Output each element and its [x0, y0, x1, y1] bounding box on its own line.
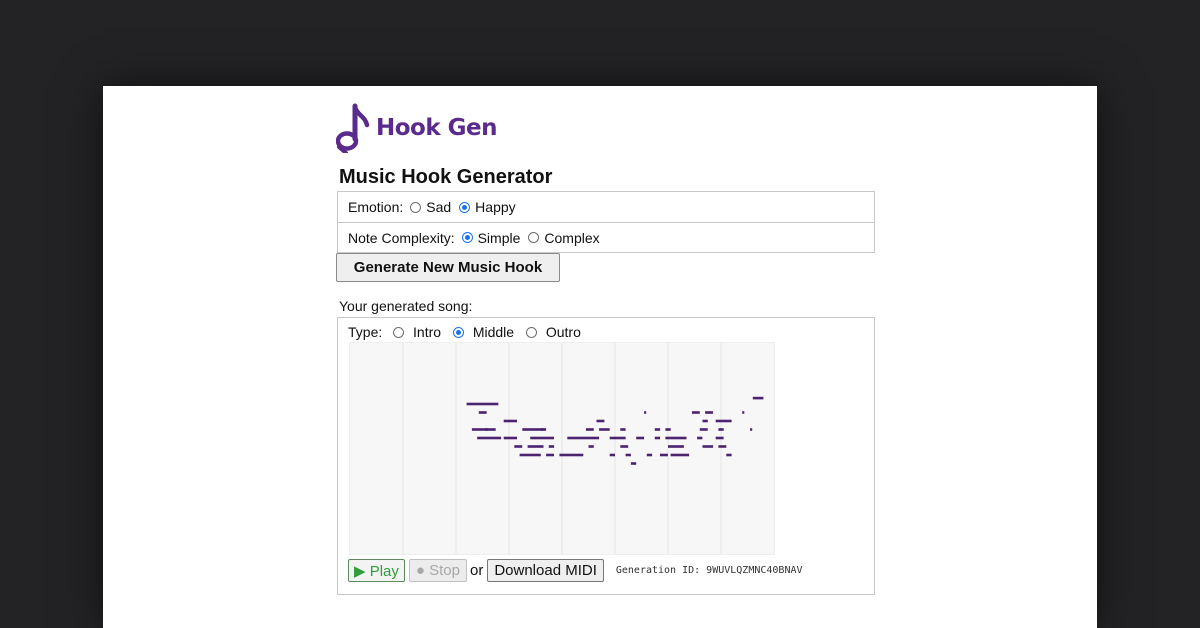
note-block — [636, 436, 645, 440]
note-block — [670, 436, 687, 440]
type-outro-radio[interactable] — [525, 327, 537, 338]
note-block — [752, 396, 764, 400]
piano-roll — [349, 342, 775, 555]
note-block — [540, 428, 547, 431]
note-block — [670, 453, 690, 457]
note-block — [620, 428, 626, 431]
emotion-happy-radio[interactable] — [459, 201, 471, 213]
stop-button[interactable]: ● Stop — [408, 559, 467, 582]
generation-id: Generation ID: 9WUVLQZMNC40BNAV — [615, 565, 803, 576]
generate-button[interactable]: Generate New Music Hook — [336, 253, 560, 282]
type-intro-label[interactable]: Intro — [413, 324, 441, 340]
note-block — [546, 453, 554, 457]
note-block — [596, 419, 605, 423]
type-intro-radio[interactable] — [393, 327, 405, 338]
note-block — [530, 436, 544, 440]
note-block — [718, 428, 724, 431]
type-middle-label[interactable]: Middle — [473, 324, 514, 340]
app-window: Hook Gen Music Hook Generator Emotion: S… — [103, 86, 1097, 628]
piano-roll-svg — [402, 343, 764, 554]
note-block — [660, 453, 668, 457]
note-block — [620, 445, 629, 448]
note-block — [477, 436, 502, 440]
complexity-complex-label[interactable]: Complex — [544, 230, 599, 246]
complexity-row: Note Complexity: Simple Complex — [338, 222, 874, 252]
type-row: Type: Intro Middle Outro — [348, 324, 581, 340]
note-block — [503, 419, 517, 423]
note-block — [699, 428, 708, 431]
note-block — [543, 436, 554, 440]
note-block — [466, 402, 491, 406]
note-block — [514, 445, 523, 448]
note-block — [665, 428, 671, 431]
note-block — [630, 462, 637, 465]
note-block — [702, 445, 714, 448]
note-block — [726, 453, 732, 457]
emotion-happy-label[interactable]: Happy — [475, 199, 515, 215]
note-block — [609, 436, 626, 440]
note-block — [527, 445, 544, 448]
note-block — [702, 419, 708, 423]
song-panel: Type: Intro Middle Outro ▶ Play ● Stop o… — [337, 317, 875, 595]
type-outro-label[interactable]: Outro — [546, 324, 581, 340]
playback-controls: ▶ Play ● Stop or Download MIDI Generatio… — [348, 559, 803, 582]
note-block — [718, 445, 727, 448]
hookgen-logo: Hook Gen — [336, 103, 498, 153]
music-note-logo-icon — [336, 103, 370, 153]
note-block — [644, 411, 647, 414]
note-block — [750, 428, 753, 431]
note-block — [691, 411, 700, 414]
emotion-sad-radio[interactable] — [410, 201, 422, 213]
note-block — [705, 411, 713, 414]
note-block — [478, 411, 487, 414]
note-block — [490, 402, 499, 406]
complexity-simple-radio[interactable] — [461, 232, 473, 243]
options-table: Emotion: Sad Happy Note Complexity: Simp… — [337, 191, 875, 253]
emotion-row: Emotion: Sad Happy — [338, 192, 874, 222]
note-block — [665, 436, 671, 440]
complexity-simple-label[interactable]: Simple — [478, 230, 521, 246]
note-block — [522, 428, 544, 431]
note-block — [585, 428, 594, 431]
note-block — [485, 428, 496, 431]
type-label: Type: — [348, 324, 383, 340]
note-block — [559, 453, 584, 457]
note-block — [697, 436, 703, 440]
note-block — [715, 419, 732, 423]
note-block — [668, 445, 684, 448]
note-block — [609, 453, 615, 457]
note-block — [548, 445, 555, 448]
note-block — [742, 411, 745, 414]
complexity-label: Note Complexity: — [348, 229, 455, 246]
note-block — [503, 436, 517, 440]
note-block — [625, 453, 631, 457]
or-text: or — [469, 562, 484, 579]
app-name: Hook Gen — [376, 115, 498, 141]
page-title: Music Hook Generator — [339, 166, 553, 188]
note-block — [588, 445, 594, 448]
note-block — [654, 428, 661, 431]
note-block — [654, 436, 661, 440]
play-button[interactable]: ▶ Play — [348, 559, 405, 582]
emotion-label: Emotion: — [348, 199, 404, 215]
note-block — [519, 453, 541, 457]
note-block — [646, 453, 653, 457]
type-middle-radio[interactable] — [452, 327, 464, 338]
note-block — [599, 428, 610, 431]
emotion-sad-label[interactable]: Sad — [426, 199, 451, 215]
note-block — [567, 436, 600, 440]
complexity-complex-radio[interactable] — [528, 232, 540, 243]
download-midi-button[interactable]: Download MIDI — [487, 559, 604, 582]
note-block — [715, 436, 724, 440]
song-label: Your generated song: — [339, 298, 473, 314]
